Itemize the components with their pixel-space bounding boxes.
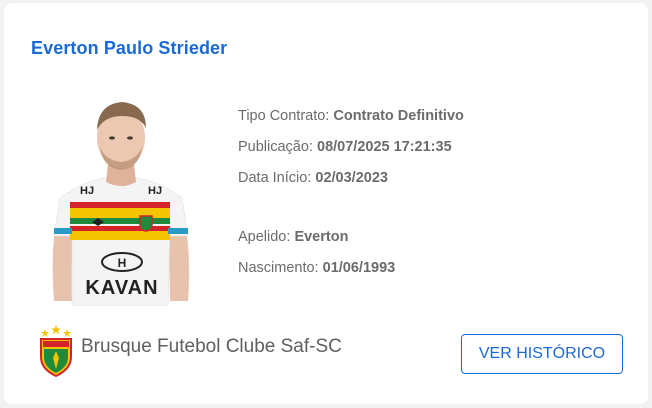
club-crest-icon [40, 325, 72, 377]
detail-publicacao: Publicação: 08/07/2025 17:21:35 [238, 139, 452, 155]
data-inicio-value: 02/03/2023 [315, 170, 388, 186]
club-name[interactable]: Brusque Futebol Clube Saf-SC [81, 336, 342, 358]
detail-apelido: Apelido: Everton [238, 229, 348, 245]
apelido-value: Everton [294, 229, 349, 245]
detail-tipo-contrato: Tipo Contrato: Contrato Definitivo [238, 108, 464, 124]
ver-historico-button[interactable]: VER HISTÓRICO [461, 334, 623, 374]
nascimento-value: 01/06/1993 [322, 260, 396, 276]
player-photo: HJ HJ H KAVAN [52, 102, 190, 306]
publicacao-value: 08/07/2025 17:21:35 [317, 139, 452, 155]
detail-nascimento: Nascimento: 01/06/1993 [238, 260, 395, 276]
shirt-sponsor: KAVAN [85, 277, 158, 299]
svg-text:H: H [118, 256, 127, 270]
nascimento-label: Nascimento: [238, 260, 319, 276]
shirt-brand-right: HJ [148, 185, 162, 197]
player-name[interactable]: Everton Paulo Strieder [31, 38, 227, 59]
tipo-contrato-label: Tipo Contrato: [238, 108, 330, 124]
detail-data-inicio: Data Início: 02/03/2023 [238, 170, 388, 186]
publicacao-label: Publicação: [238, 139, 313, 155]
club-info: Brusque Futebol Clube Saf-SC [38, 323, 342, 379]
apelido-label: Apelido: [238, 229, 291, 245]
data-inicio-label: Data Início: [238, 170, 312, 186]
tipo-contrato-value: Contrato Definitivo [333, 108, 464, 124]
player-card: Everton Paulo Strieder HJ HJ H KAVAN Tip… [4, 3, 648, 404]
shirt-brand-left: HJ [80, 185, 94, 197]
